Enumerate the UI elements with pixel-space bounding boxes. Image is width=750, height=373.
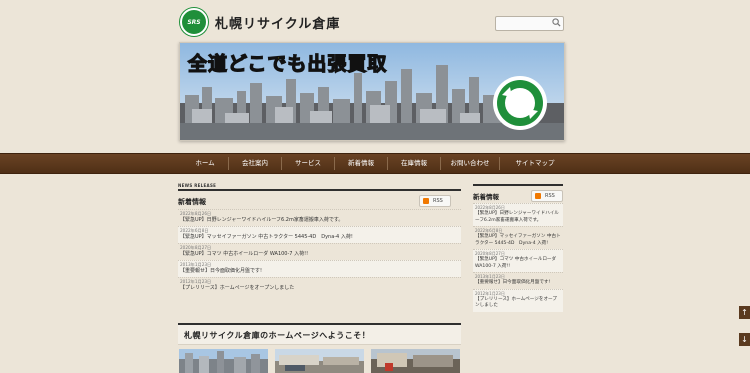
rss-label: RSS <box>545 193 555 199</box>
hero-banner: 全道どこでも出張買取 <box>179 42 565 141</box>
scroll-up-button[interactable]: ↑ <box>739 306 750 319</box>
gallery-thumbnail[interactable] <box>371 349 460 373</box>
news-text[interactable]: 【緊急UP】マッセイファーガソン 中古トラクター 5445-4D Dyna-4 … <box>180 234 459 241</box>
news-text[interactable]: 【緊急UP】日野レンジャーワイドハイルーフ6.2m家畜運搬車入荷です。 <box>180 217 459 224</box>
news-item[interactable]: 2012年1月23日 【プレリリース】ホームページをオープンしました <box>178 277 461 294</box>
main-nav: ホーム 会社案内 サービス 新着情報 在庫情報 お問い合わせ サイトマップ <box>0 153 750 174</box>
scroll-down-button[interactable]: ↓ <box>739 333 750 346</box>
news-release-label: NEWS RELEASE <box>178 183 217 188</box>
sidebar-news-title: 新着情報 <box>473 193 499 201</box>
sidebar-news-item[interactable]: 2022年8月26日 【緊急UP】日野レンジャーワイドハイルーフ6.2m家畜運搬… <box>473 203 563 226</box>
rss-label: RSS <box>433 198 443 204</box>
recycle-logo-icon: SRS <box>180 8 208 36</box>
warehouse-photo-thumbnail <box>275 349 364 373</box>
sidebar-news-item[interactable]: 2022年6月8日 【緊急UP】マッセイファーガソン 中古トラクター 5445-… <box>473 226 563 249</box>
sidebar-news-item[interactable]: 2012年1月23日 【プレリリース】ホームページをオープンしました <box>473 288 563 312</box>
site-title: 札幌リサイクル倉庫 <box>215 16 341 32</box>
site-logo[interactable]: SRS 札幌リサイクル倉庫 <box>180 8 340 36</box>
nav-service[interactable]: サービス <box>282 154 334 173</box>
rss-icon <box>535 193 541 199</box>
news-text[interactable]: 【重要報せ】日今面取価化月盤です! <box>475 280 561 287</box>
rss-icon <box>423 198 429 204</box>
news-item[interactable]: 2020年8月27日 【緊急UP】コマツ 中古ホイールローダ WA100-7 入… <box>178 243 461 260</box>
nav-sitemap[interactable]: サイトマップ <box>500 154 570 173</box>
sidebar-news-item[interactable]: 2013年1月23日 【重要報せ】日今面取価化月盤です! <box>473 272 563 289</box>
sidebar-news-item[interactable]: 2020年8月27日 【緊急UP】コマツ 中古ホイールローダ WA100-7 入… <box>473 249 563 272</box>
search-icon[interactable] <box>552 18 561 27</box>
storefront-photo-thumbnail <box>371 349 460 373</box>
sidebar-rss-button[interactable]: RSS <box>531 190 563 202</box>
news-text[interactable]: 【緊急UP】マッセイファーガソン 中古トラクター 5445-4D Dyna-4 … <box>475 234 561 247</box>
welcome-title: 札幌リサイクル倉庫のホームページへようこそ！ <box>184 331 371 340</box>
nav-news[interactable]: 新着情報 <box>335 154 387 173</box>
rss-button[interactable]: RSS <box>419 195 451 207</box>
sidebar-news: 新着情報 RSS 2022年8月26日 【緊急UP】日野レンジャーワイドハイルー… <box>473 184 563 312</box>
news-item[interactable]: 2013年1月23日 【重要報せ】日今面取価化月盤です! <box>178 260 461 277</box>
welcome-section: 札幌リサイクル倉庫のホームページへようこそ！ <box>178 323 461 345</box>
nav-stock[interactable]: 在庫情報 <box>388 154 440 173</box>
news-text[interactable]: 【緊急UP】日野レンジャーワイドハイルーフ6.2m家畜運搬車入荷です。 <box>475 211 561 224</box>
header: SRS 札幌リサイクル倉庫 全道どこでも出張買取 <box>0 0 750 152</box>
sidebar-news-header: 新着情報 RSS <box>473 184 563 203</box>
banner-title: 全道どこでも出張買取 <box>187 52 388 75</box>
news-title: 新着情報 <box>178 198 206 206</box>
nav-contact[interactable]: お問い合わせ <box>441 154 499 173</box>
nav-home[interactable]: ホーム <box>182 154 228 173</box>
news-text[interactable]: 【プレリリース】ホームページをオープンしました <box>475 297 561 310</box>
gallery-thumbnail[interactable] <box>179 349 268 373</box>
news-header: 新着情報 RSS <box>178 191 461 209</box>
nav-company[interactable]: 会社案内 <box>229 154 281 173</box>
news-item[interactable]: 2022年8月26日 【緊急UP】日野レンジャーワイドハイルーフ6.2m家畜運搬… <box>178 209 461 226</box>
news-item[interactable]: 2022年6月8日 【緊急UP】マッセイファーガソン 中古トラクター 5445-… <box>178 226 461 243</box>
news-text[interactable]: 【重要報せ】日今面取価化月盤です! <box>180 268 459 275</box>
main-news-section: NEWS RELEASE 新着情報 RSS 2022年8月26日 【緊急UP】日… <box>178 183 461 294</box>
city-photo-thumbnail <box>179 349 268 373</box>
gallery-thumbnail[interactable] <box>275 349 364 373</box>
news-text[interactable]: 【プレリリース】ホームページをオープンしました <box>180 285 459 292</box>
news-text[interactable]: 【緊急UP】コマツ 中古ホイールローダ WA100-7 入荷!! <box>180 251 459 258</box>
news-text[interactable]: 【緊急UP】コマツ 中古ホイールローダ WA100-7 入荷!! <box>475 257 561 270</box>
search-input[interactable] <box>495 16 564 31</box>
